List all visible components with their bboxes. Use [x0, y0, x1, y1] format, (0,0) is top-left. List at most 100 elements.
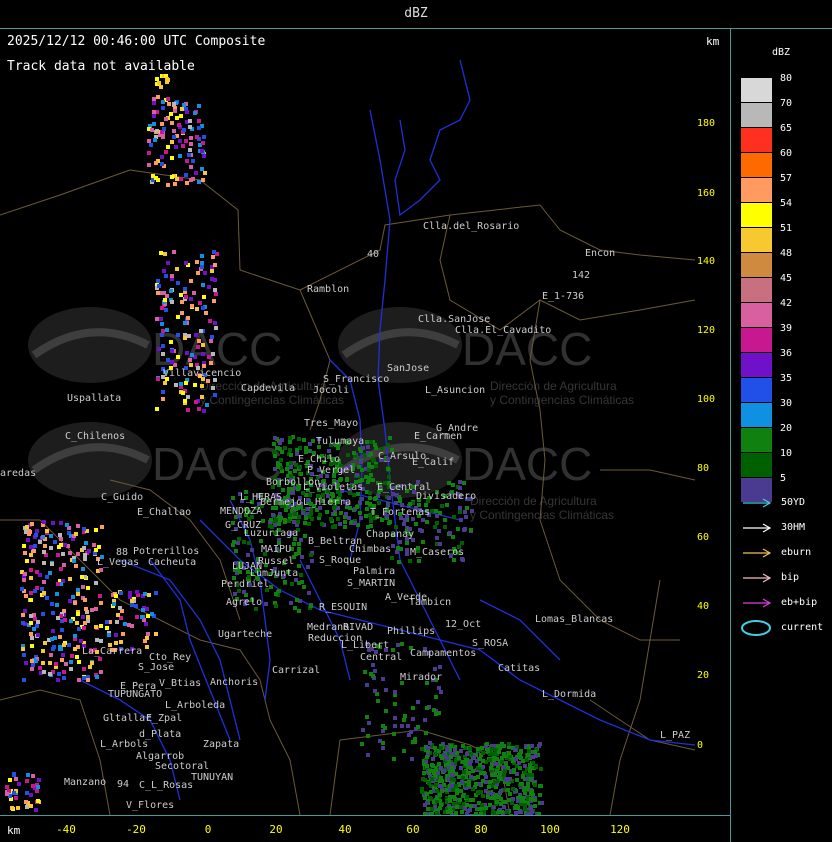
legend-label: 80 [780, 73, 793, 84]
place-label: Clla.del_Rosario [423, 221, 519, 232]
place-label: S_Roque [319, 555, 361, 566]
x-tick-label: 20 [269, 823, 283, 836]
arrow-right-icon [743, 573, 772, 583]
place-label: L_Asuncion [425, 385, 485, 396]
place-label: Mirador [400, 672, 442, 683]
place-label: Tambicn [409, 597, 451, 608]
place-label: Borbollon [266, 477, 320, 488]
place-label: Perdriel [221, 579, 269, 590]
timestamp-label: 2025/12/12 00:46:00 UTC Composite [7, 34, 266, 49]
y-tick-label: 20 [697, 670, 710, 681]
place-label: Anchoris [210, 677, 258, 688]
arrow-right-icon [743, 523, 772, 533]
place-label: Uspallata [67, 393, 121, 404]
legend-label: 65 [780, 123, 793, 134]
legend-swatch [741, 428, 772, 452]
x-tick-label: 60 [406, 823, 420, 836]
legend-swatch [741, 303, 772, 327]
place-label: L_Arboleda [165, 700, 225, 711]
place-label: Russel [258, 556, 294, 567]
place-label: P_Vergel [307, 465, 355, 476]
legend-label: 51 [780, 223, 793, 234]
y-tick-label: 40 [697, 601, 710, 612]
track-label: 50YD [781, 497, 806, 508]
legend-swatch [741, 328, 772, 352]
legend-swatch [741, 203, 772, 227]
place-label: Ugarteche [218, 629, 272, 640]
place-label: Manzano [64, 777, 106, 788]
legend-label: 42 [780, 298, 793, 309]
place-label: Luzuriaga [244, 528, 298, 539]
place-label: Cacheuta [148, 557, 196, 568]
radar-map[interactable]: DACC Dirección de Agricultura y Continge… [0, 29, 730, 815]
legend-swatch [741, 228, 772, 252]
place-label: Gltallar [103, 713, 151, 724]
place-label: Agrelo [226, 597, 262, 608]
window-title: dBZ [404, 6, 428, 21]
place-label: L_Libert [341, 640, 389, 651]
place-label: Jocoli [313, 385, 349, 396]
place-label: Capdevila [241, 383, 295, 394]
place-label: Villavicencio [163, 368, 241, 379]
place-label: E_Chilo [298, 454, 340, 465]
place-label: Central [360, 652, 402, 663]
legend-label: 45 [780, 273, 793, 284]
panel-divider [730, 28, 731, 842]
place-label: RIVAD [343, 622, 373, 633]
track-label: 30HM [781, 522, 806, 533]
place-label: TUPUNGATO [108, 689, 162, 700]
km-label-top: km [706, 35, 720, 48]
place-label: 12_Oct [445, 619, 481, 630]
legend-label: 20 [780, 423, 793, 434]
y-tick-label: 100 [697, 394, 716, 405]
legend-swatch [741, 278, 772, 302]
place-label: M_Caseros [410, 547, 464, 558]
x-tick-label: -20 [126, 823, 146, 836]
y-tick-label: 80 [697, 463, 710, 474]
legend-swatch [741, 378, 772, 402]
place-label: Campamentos [410, 648, 476, 659]
place-label: Clla.SanJose [418, 314, 490, 325]
legend-swatch [741, 103, 772, 127]
legend-swatch [741, 403, 772, 427]
arrow-right-icon [743, 498, 772, 508]
place-label: Chapanay [366, 529, 414, 540]
legend-label: 48 [780, 248, 793, 259]
place-label: E_Carmen [414, 431, 462, 442]
place-label: E_Challao [137, 507, 191, 518]
place-label: Ramblon [307, 284, 349, 295]
place-label: TUNUYAN [191, 772, 233, 783]
x-tick-label: 80 [474, 823, 488, 836]
track-label: eburn [781, 547, 812, 558]
place-label: S_Francisco [323, 374, 389, 385]
place-label: Bermejo [260, 497, 302, 508]
place-label: aredas [0, 468, 36, 479]
legend-label: 30 [780, 398, 793, 409]
track-label: current [781, 622, 824, 633]
place-label: L_Vegas [97, 557, 139, 568]
place-label: Divisadero [416, 491, 476, 502]
legend-swatch [741, 453, 772, 477]
legend-label: 35 [780, 373, 793, 384]
svg-text:Dirección de Agricultura: Dirección de Agricultura [470, 494, 597, 508]
legend-swatch [741, 178, 772, 202]
place-label: Palmira [353, 566, 395, 577]
y-tick-label: 120 [697, 325, 716, 336]
place-label: C_L_Rosas [139, 780, 193, 791]
place-label: La_Carrera [82, 646, 142, 657]
svg-text:Dirección de Agricultura: Dirección de Agricultura [490, 379, 617, 393]
legend-label: 57 [780, 173, 793, 184]
place-label: L_PAZ [660, 730, 690, 741]
legend-label: 54 [780, 198, 793, 209]
place-label: C_Chilenos [65, 431, 125, 442]
legend-label: 39 [780, 323, 793, 334]
place-label: L_Dormida [542, 689, 596, 700]
legend-label: 36 [780, 348, 793, 359]
place-label: S_Jose [138, 662, 174, 673]
place-label: Chimbas [349, 544, 391, 555]
axis-divider [0, 815, 730, 816]
arrow-right-icon [743, 598, 772, 608]
arrow-right-icon [743, 548, 772, 558]
watermark-logo: DACC [152, 438, 282, 490]
legend-label: 5 [780, 473, 787, 484]
